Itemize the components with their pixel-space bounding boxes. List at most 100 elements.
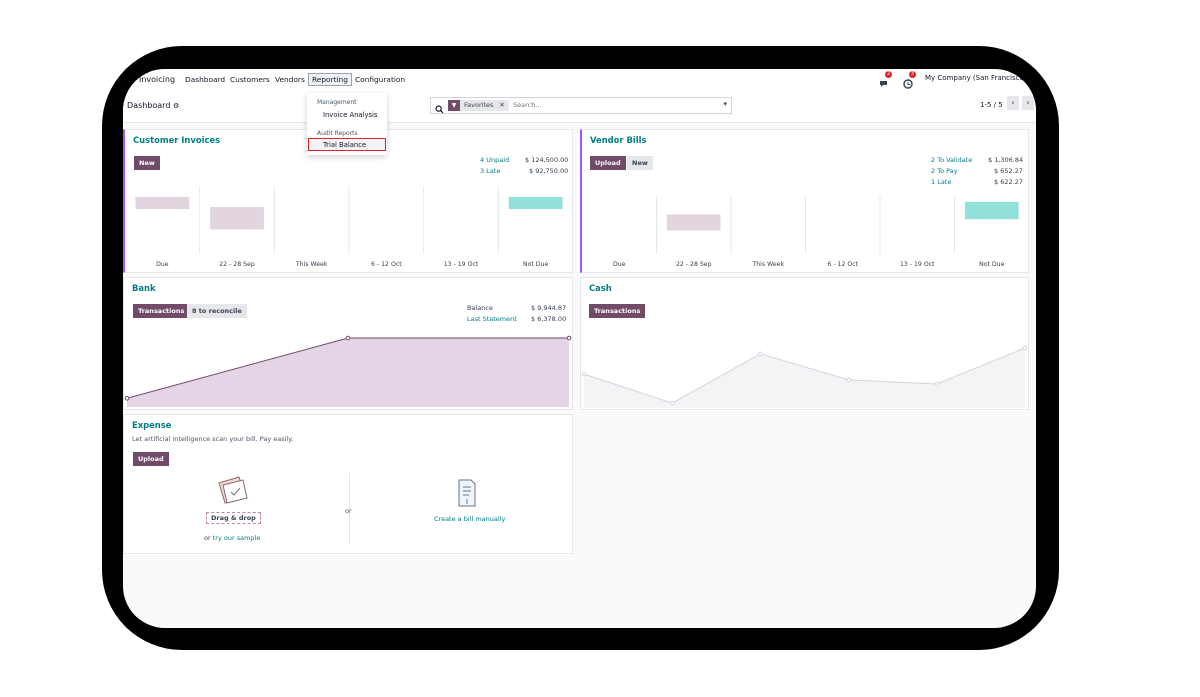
pager-next-icon[interactable]: › [1022, 96, 1034, 110]
drag-drop-label: Drag & drop [206, 512, 261, 524]
menu-section-audit-reports: Audit Reports [317, 130, 358, 137]
search-bar[interactable]: ▼ Favorites ✕ ▾ [430, 97, 732, 114]
x-tick-label: This Week [295, 261, 328, 268]
sample-row: or try our sample [204, 534, 260, 542]
new-bill-button[interactable]: New [627, 156, 653, 170]
card-title[interactable]: Cash [589, 283, 612, 293]
bar-0 [135, 196, 190, 210]
x-tick-label: 22 - 28 Sep [676, 261, 712, 268]
data-point-1 [345, 335, 351, 341]
vendor-bills-card: Vendor Bills Upload New 2 To Validate $ … [580, 129, 1029, 273]
create-bill-manually-link[interactable]: Create a bill manually [434, 515, 505, 523]
folder-upload-icon [216, 475, 250, 511]
x-tick-label: Not Due [979, 261, 1004, 268]
search-options-toggle[interactable]: ▾ [723, 100, 727, 108]
or-separator: or [345, 507, 352, 515]
menu-item-invoice-analysis[interactable]: Invoice Analysis [323, 111, 377, 119]
app-name[interactable]: Invoicing [139, 75, 175, 84]
stat-late-label[interactable]: 1 Late [931, 178, 951, 186]
stat-to-validate-amount: $ 1,306.84 [988, 156, 1024, 164]
balance-value: $ 9,944.87 [531, 304, 567, 312]
page-title: Dashboard [127, 101, 171, 110]
x-tick-label: Due [613, 261, 626, 268]
reconcile-button[interactable]: 8 to reconcile [187, 304, 247, 318]
menu-dashboard[interactable]: Dashboard [185, 75, 225, 84]
stat-to-pay-label[interactable]: 2 To Pay [931, 167, 958, 175]
stat-to-pay-amount: $ 652.27 [994, 167, 1023, 175]
filter-icon: ▼ [448, 100, 460, 111]
menu-customers[interactable]: Customers [230, 75, 270, 84]
balance-label: Balance [467, 304, 493, 312]
bill-document-icon [454, 477, 480, 513]
bank-card: Bank Transactions 8 to reconcile Balance… [123, 277, 573, 410]
x-tick-label: 6 - 12 Oct [371, 261, 402, 268]
bar-5 [964, 201, 1019, 220]
bar-1 [666, 214, 721, 231]
pager-previous-icon[interactable]: ‹ [1007, 96, 1019, 110]
customer-invoices-chart: Due 22 - 28 Sep This Week 6 - 12 Oct 13 - 19… [135, 186, 563, 268]
chat-icon[interactable]: 2 [879, 71, 892, 87]
x-tick-label: 13 - 19 Oct [444, 261, 479, 268]
x-tick-label: 6 - 12 Oct [827, 261, 858, 268]
card-title[interactable]: Expense [132, 420, 171, 430]
cash-transactions-button[interactable]: Transactions [589, 304, 646, 318]
stat-to-validate-label[interactable]: 2 To Validate [931, 156, 972, 164]
control-panel: Dashboard ⚙ ▼ Favorites ✕ ▾ 1-5 / 5 ‹ › [123, 93, 1036, 123]
bar-5 [508, 196, 563, 210]
gear-icon[interactable]: ⚙ [173, 102, 179, 110]
activity-clock-icon[interactable]: 3 [903, 71, 916, 89]
x-tick-label: 13 - 19 Oct [900, 261, 935, 268]
data-point-0 [581, 371, 587, 377]
card-title[interactable]: Bank [132, 283, 156, 293]
stat-unpaid-amount: $ 124,500.00 [525, 156, 569, 164]
data-point-4 [934, 381, 940, 387]
last-statement-label[interactable]: Last Statement [467, 315, 517, 323]
cash-card: Cash Transactions [580, 277, 1029, 410]
drag-drop-zone[interactable]: Drag & drop [206, 512, 261, 524]
card-title[interactable]: Customer Invoices [133, 135, 220, 145]
pager-value: 1-5 / 5 [980, 101, 1003, 109]
facet-label: Favorites [464, 101, 494, 109]
expense-card: Expense Let artificial intelligence scan… [123, 414, 573, 554]
data-point-2 [566, 335, 572, 341]
bar-1 [210, 207, 264, 230]
stat-unpaid-label[interactable]: 4 Unpaid [480, 156, 509, 164]
menu-section-management: Management [317, 99, 357, 106]
top-navbar: Invoicing Dashboard Customers Vendors Re… [123, 69, 1036, 93]
vendor-bills-chart: Due 22 - 28 Sep This Week 6 - 12 Oct 13 - 19… [613, 196, 1019, 268]
data-point-5 [1022, 345, 1028, 351]
stat-late-label[interactable]: 3 Late [480, 167, 500, 175]
upload-expense-button[interactable]: Upload [133, 452, 169, 466]
data-point-1 [669, 400, 675, 406]
data-point-3 [846, 377, 851, 383]
menu-item-trial-balance[interactable]: Trial Balance [323, 141, 366, 149]
expense-description: Let artificial intelligence scan your bi… [132, 435, 294, 443]
stat-late-amount: $ 92,750.00 [529, 167, 569, 175]
menu-reporting[interactable]: Reporting [308, 73, 352, 86]
or-label: or [204, 534, 211, 542]
bank-transactions-button[interactable]: Transactions [133, 304, 190, 318]
app-window: Invoicing Dashboard Customers Vendors Re… [123, 69, 1036, 628]
card-title[interactable]: Vendor Bills [590, 135, 646, 145]
menu-configuration[interactable]: Configuration [355, 75, 405, 84]
activity-badge: 3 [909, 71, 916, 78]
try-sample-link[interactable]: try our sample [213, 534, 261, 542]
x-tick-label: Not Due [523, 261, 548, 268]
new-invoice-button[interactable]: New [134, 156, 160, 170]
upload-bill-button[interactable]: Upload [590, 156, 626, 170]
menu-vendors[interactable]: Vendors [275, 75, 305, 84]
last-statement-value: $ 6,378.00 [531, 315, 567, 323]
cash-chart [581, 345, 1028, 408]
data-point-2 [758, 351, 763, 357]
stat-late-amount: $ 622.27 [994, 178, 1023, 186]
search-icon [435, 99, 444, 118]
bank-balance-chart [124, 335, 572, 407]
chat-badge: 2 [885, 71, 892, 78]
x-tick-label: 22 - 28 Sep [219, 261, 255, 268]
search-input[interactable] [511, 100, 705, 110]
company-switcher[interactable]: My Company (San Francisco) [925, 74, 1026, 82]
search-facet: ▼ Favorites ✕ [448, 100, 509, 111]
reporting-dropdown: Management Invoice Analysis Audit Report… [307, 93, 387, 155]
area-fill [127, 338, 569, 407]
remove-facet-icon[interactable]: ✕ [499, 100, 504, 111]
